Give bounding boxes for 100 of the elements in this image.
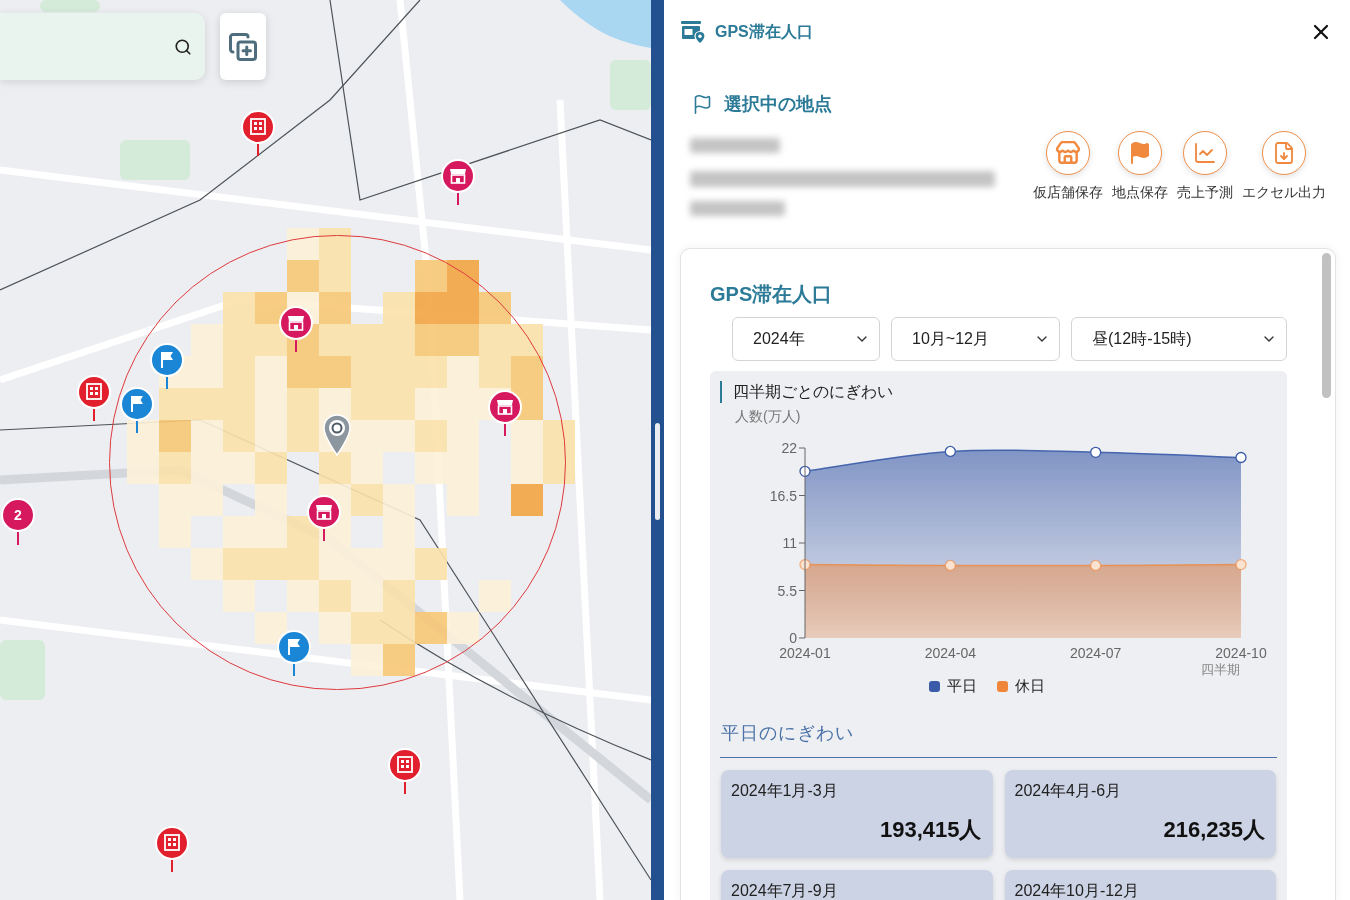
flag-pin-icon[interactable] bbox=[276, 629, 312, 677]
period-select[interactable]: 2024年 bbox=[732, 317, 880, 361]
heatmap-cell bbox=[383, 420, 415, 452]
data-point bbox=[944, 559, 956, 572]
axis-tick-label: 5.5 bbox=[777, 582, 797, 599]
heatmap-cell bbox=[319, 292, 351, 324]
legend-label: 平日 bbox=[946, 677, 977, 695]
heatmap-cell bbox=[447, 260, 479, 292]
section-heading: 選択中の地点 bbox=[724, 93, 832, 116]
axis-tick-label: 2024-01 bbox=[779, 645, 831, 661]
building-pin-icon[interactable] bbox=[76, 374, 112, 422]
scrollbar-thumb[interactable] bbox=[1321, 253, 1331, 398]
file-download-icon bbox=[1262, 131, 1306, 175]
action-button[interactable]: 仮店舗保存 bbox=[1033, 131, 1103, 200]
heatmap-cell bbox=[415, 356, 447, 388]
heatmap-cell bbox=[255, 324, 287, 356]
action-button[interactable]: 売上予測 bbox=[1177, 131, 1233, 200]
stat-value: 193,415人 bbox=[879, 817, 982, 843]
axis-title: 人数(万人) bbox=[735, 407, 801, 425]
heatmap-cell bbox=[127, 452, 159, 484]
axis-tick-label: 2024-10 bbox=[1215, 645, 1267, 661]
heatmap-cell bbox=[159, 420, 191, 452]
period-label: 2024年10月-12月 bbox=[1014, 881, 1139, 900]
building-pin-icon[interactable] bbox=[387, 747, 423, 795]
heatmap-cell bbox=[351, 644, 383, 676]
heatmap-cell bbox=[415, 420, 447, 452]
heatmap-cell bbox=[287, 420, 319, 452]
line-chart-icon bbox=[1183, 131, 1227, 175]
period-label: 2024年7月-9月 bbox=[731, 881, 838, 900]
search-field[interactable] bbox=[0, 13, 205, 80]
heatmap-cell bbox=[255, 292, 287, 324]
axis-tick-label: 22 bbox=[781, 440, 797, 456]
heatmap-cell bbox=[351, 452, 383, 484]
heatmap-cell bbox=[159, 388, 191, 420]
heatmap-cell bbox=[319, 612, 351, 644]
panel-title: GPS滞在人口 bbox=[715, 22, 813, 42]
heatmap-cell bbox=[319, 228, 351, 260]
heatmap-cell bbox=[287, 516, 319, 548]
heatmap-cell bbox=[415, 292, 447, 324]
heatmap-cell bbox=[511, 452, 543, 484]
period-label: 2024年1月-3月 bbox=[731, 781, 838, 801]
heatmap-cell bbox=[383, 644, 415, 676]
heatmap-cell bbox=[511, 324, 543, 356]
action-button[interactable]: 地点保存 bbox=[1112, 131, 1168, 200]
period-select[interactable]: 昼(12時-15時) bbox=[1071, 317, 1287, 361]
park-area bbox=[120, 140, 190, 180]
heatmap-cell bbox=[319, 324, 351, 356]
heatmap-cell bbox=[191, 548, 223, 580]
heatmap-cell bbox=[223, 516, 255, 548]
heatmap-cell bbox=[351, 580, 383, 612]
axis-tick-label: 2024-07 bbox=[1069, 645, 1122, 661]
flag-pin-icon[interactable] bbox=[119, 386, 155, 434]
heatmap-cell bbox=[351, 612, 383, 644]
heatmap-cell bbox=[351, 484, 383, 516]
heatmap-cell bbox=[383, 580, 415, 612]
heatmap-cell bbox=[479, 292, 511, 324]
building-pin-icon[interactable] bbox=[154, 825, 190, 873]
axis-title: 四半期 bbox=[1200, 662, 1240, 677]
heatmap-cell bbox=[319, 260, 351, 292]
stat-value: 216,235人 bbox=[1163, 817, 1265, 843]
add-layer-button[interactable] bbox=[220, 13, 266, 80]
heatmap-cell bbox=[479, 356, 511, 388]
heatmap-cell bbox=[415, 324, 447, 356]
heatmap-cell bbox=[543, 452, 575, 484]
action-button[interactable]: エクセル出力 bbox=[1242, 131, 1326, 200]
heatmap-cell bbox=[255, 612, 287, 644]
location-pin-icon[interactable] bbox=[323, 414, 351, 456]
heatmap-cell bbox=[447, 356, 479, 388]
building-pin-icon[interactable] bbox=[240, 109, 276, 157]
storefront-icon bbox=[1046, 131, 1090, 175]
heatmap-cell bbox=[287, 228, 319, 260]
heatmap-cell bbox=[287, 580, 319, 612]
store-pin-icon[interactable] bbox=[440, 158, 476, 206]
heatmap-cell bbox=[511, 356, 543, 388]
resize-handle[interactable] bbox=[655, 423, 660, 520]
axis-tick-label: 2024-04 bbox=[924, 645, 977, 661]
heatmap-cell bbox=[223, 580, 255, 612]
store-pin-icon[interactable] bbox=[487, 389, 523, 437]
axis-tick-label: 16.5 bbox=[769, 487, 797, 504]
heatmap-cell bbox=[255, 420, 287, 452]
heatmap-cell bbox=[223, 548, 255, 580]
data-point bbox=[799, 558, 811, 571]
chart-title: 四半期ごとのにぎわい bbox=[720, 381, 893, 403]
legend-label: 休日 bbox=[1014, 677, 1045, 695]
data-point bbox=[799, 465, 811, 477]
period-label: 2024年4月-6月 bbox=[1014, 781, 1122, 801]
store-pin-icon[interactable] bbox=[278, 305, 314, 353]
axis-tick-label: 0 bbox=[789, 630, 797, 646]
period-select[interactable]: 10月~12月 bbox=[891, 317, 1060, 361]
flag-pin-icon[interactable] bbox=[149, 342, 185, 390]
data-point bbox=[1235, 558, 1247, 571]
store-pin-icon[interactable] bbox=[306, 494, 342, 542]
heatmap-cell bbox=[415, 388, 447, 420]
heatmap-cell bbox=[287, 388, 319, 420]
heatmap-cell bbox=[447, 612, 479, 644]
flag-icon bbox=[692, 93, 713, 115]
data-point bbox=[1090, 559, 1102, 572]
heatmap-cell bbox=[479, 580, 511, 612]
park-area bbox=[40, 0, 100, 12]
data-point bbox=[944, 445, 956, 458]
